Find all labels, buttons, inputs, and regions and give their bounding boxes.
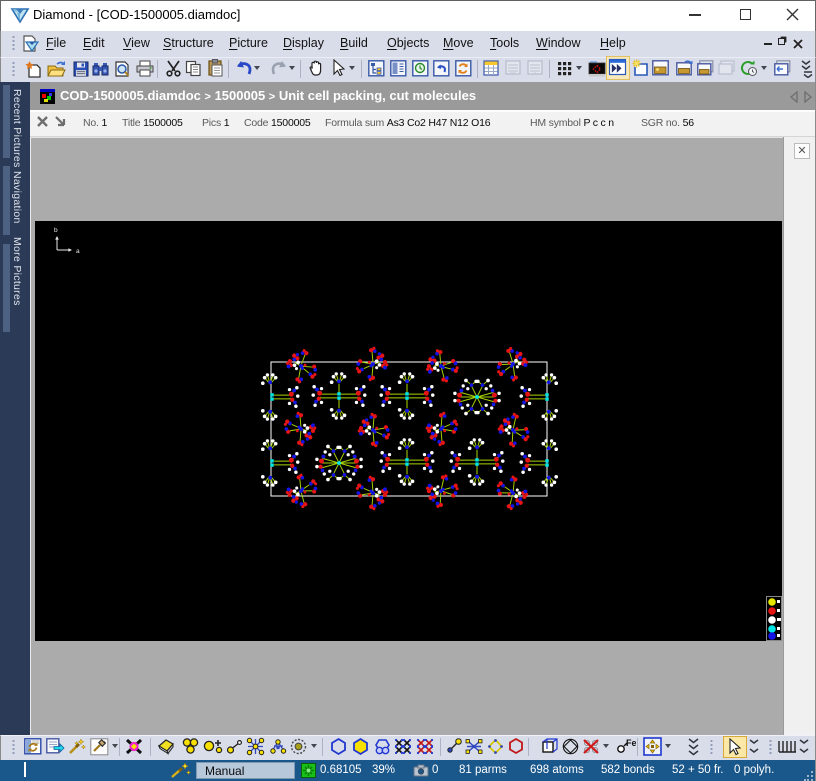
svg-text:Fe: Fe: [626, 738, 636, 748]
svg-text:a: a: [76, 248, 80, 255]
svg-text:b: b: [54, 227, 58, 234]
